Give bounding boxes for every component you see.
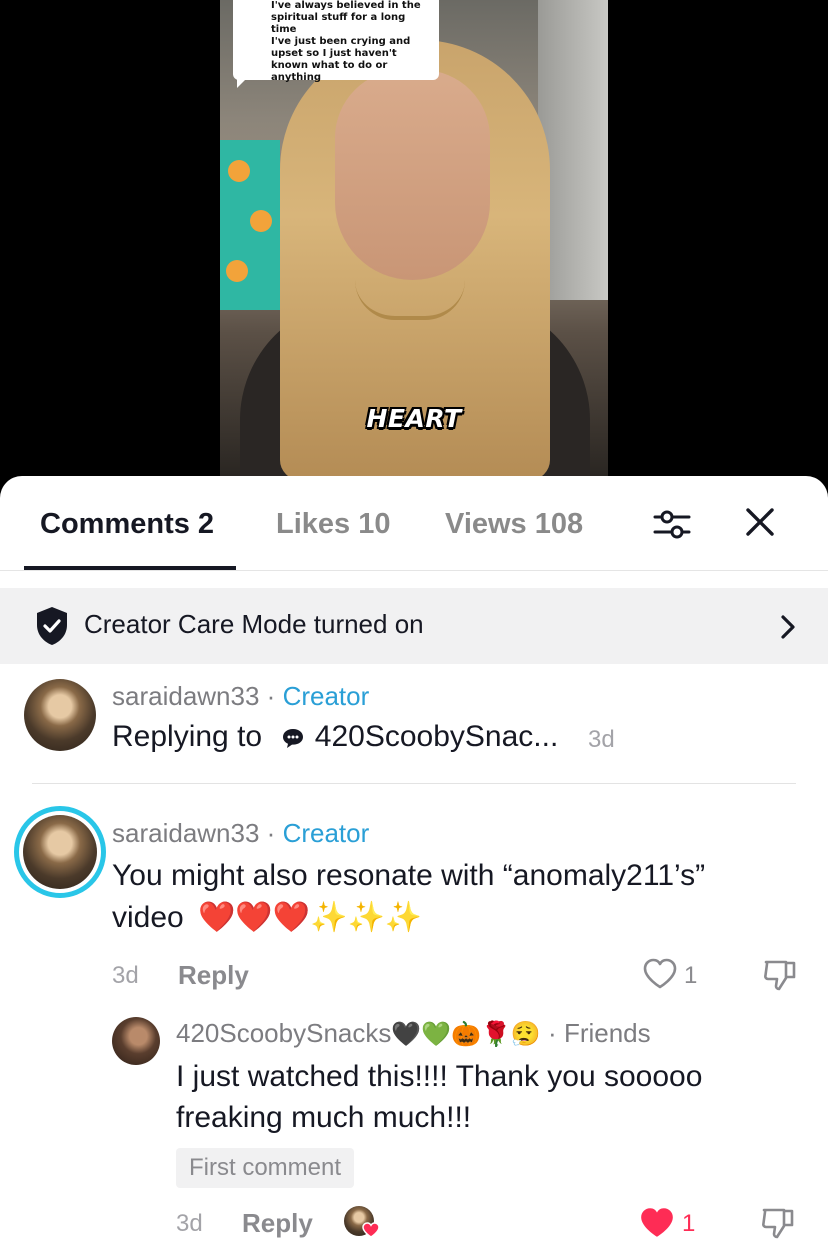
shield-check-icon <box>37 607 67 645</box>
comment-bubble-icon <box>283 729 304 749</box>
video-person-face <box>335 70 490 280</box>
comment-timestamp: 3d <box>176 1210 203 1237</box>
thumbs-down-icon[interactable] <box>762 956 798 992</box>
comment-header: saraidawn33 · Creator <box>112 818 369 849</box>
creator-liked-badge <box>344 1206 380 1240</box>
header-separator: · <box>266 818 276 848</box>
video-background-curtain <box>220 140 280 310</box>
tab-likes[interactable]: Likes 10 <box>276 508 390 541</box>
thumbs-down-icon[interactable] <box>760 1204 796 1240</box>
creator-care-mode-label: Creator Care Mode turned on <box>84 609 424 639</box>
close-icon[interactable] <box>744 506 776 538</box>
replying-to-username[interactable]: 420ScoobySnac... <box>315 720 559 753</box>
tab-views[interactable]: Views 108 <box>445 508 583 541</box>
avatar[interactable] <box>24 679 96 751</box>
filter-sliders-icon[interactable] <box>652 504 692 544</box>
creator-care-mode-banner[interactable]: Creator Care Mode turned on <box>0 588 828 664</box>
tab-bar: Comments 2 Likes 10 Views 108 <box>0 476 828 571</box>
friends-tag: Friends <box>563 1018 651 1048</box>
comment-username[interactable]: saraidawn33 <box>112 818 259 848</box>
comment-header: 420ScoobySnacks🖤💚🎃🌹😮‍💨 · Friends <box>176 1018 651 1049</box>
tab-comments[interactable]: Comments 2 <box>40 508 214 541</box>
reply-button[interactable]: Reply <box>178 960 249 991</box>
comment-timestamp: 3d <box>588 726 615 753</box>
username-emoji: 🖤💚🎃🌹😮‍💨 <box>391 1020 541 1048</box>
comment-text-line1: I just watched this!!!! Thank you sooooo <box>176 1060 703 1093</box>
replying-to-prefix: Replying to <box>112 720 263 753</box>
comments-sheet: Comments 2 Likes 10 Views 108 Creator Ca… <box>0 476 828 1254</box>
video-reply-caption: I've always believed in the spiritual st… <box>233 0 439 88</box>
comment-username[interactable]: saraidawn33 <box>112 681 259 711</box>
chevron-right-icon <box>781 615 795 639</box>
comment-header: saraidawn33 · Creator <box>112 681 369 712</box>
comment-username[interactable]: 420ScoobySnacks <box>176 1018 391 1048</box>
heart-icon <box>362 1222 380 1238</box>
header-separator: · <box>548 1018 557 1048</box>
heart-icon[interactable] <box>638 1206 676 1240</box>
first-comment-badge: First comment <box>176 1148 355 1188</box>
avatar[interactable] <box>23 815 97 889</box>
video-player[interactable]: I've always believed in the spiritual st… <box>0 0 828 500</box>
header-separator: · <box>266 681 276 711</box>
comment-text-word: video <box>112 901 184 934</box>
divider <box>32 783 796 784</box>
like-count: 1 <box>684 962 698 989</box>
replying-to-line: Replying to 420ScoobySnac... <box>112 716 558 758</box>
active-tab-indicator <box>24 566 236 570</box>
avatar[interactable] <box>112 1017 160 1065</box>
comment-emoji: ❤️❤️❤️✨✨✨ <box>198 900 423 935</box>
caption-text: I've always believed in the spiritual st… <box>271 0 421 83</box>
reply-button[interactable]: Reply <box>242 1208 313 1239</box>
comment-timestamp: 3d <box>112 962 139 989</box>
comment-text-line1: You might also resonate with “anomaly211… <box>112 859 706 892</box>
heart-icon[interactable] <box>642 958 678 990</box>
video-text-overlay: HEART <box>366 404 462 433</box>
creator-tag: Creator <box>282 818 370 848</box>
like-count: 1 <box>682 1210 696 1237</box>
comment-text-line2: video ❤️❤️❤️✨✨✨ <box>112 897 422 939</box>
creator-tag: Creator <box>282 681 370 711</box>
comment-text-line2: freaking much much!!! <box>176 1101 472 1134</box>
